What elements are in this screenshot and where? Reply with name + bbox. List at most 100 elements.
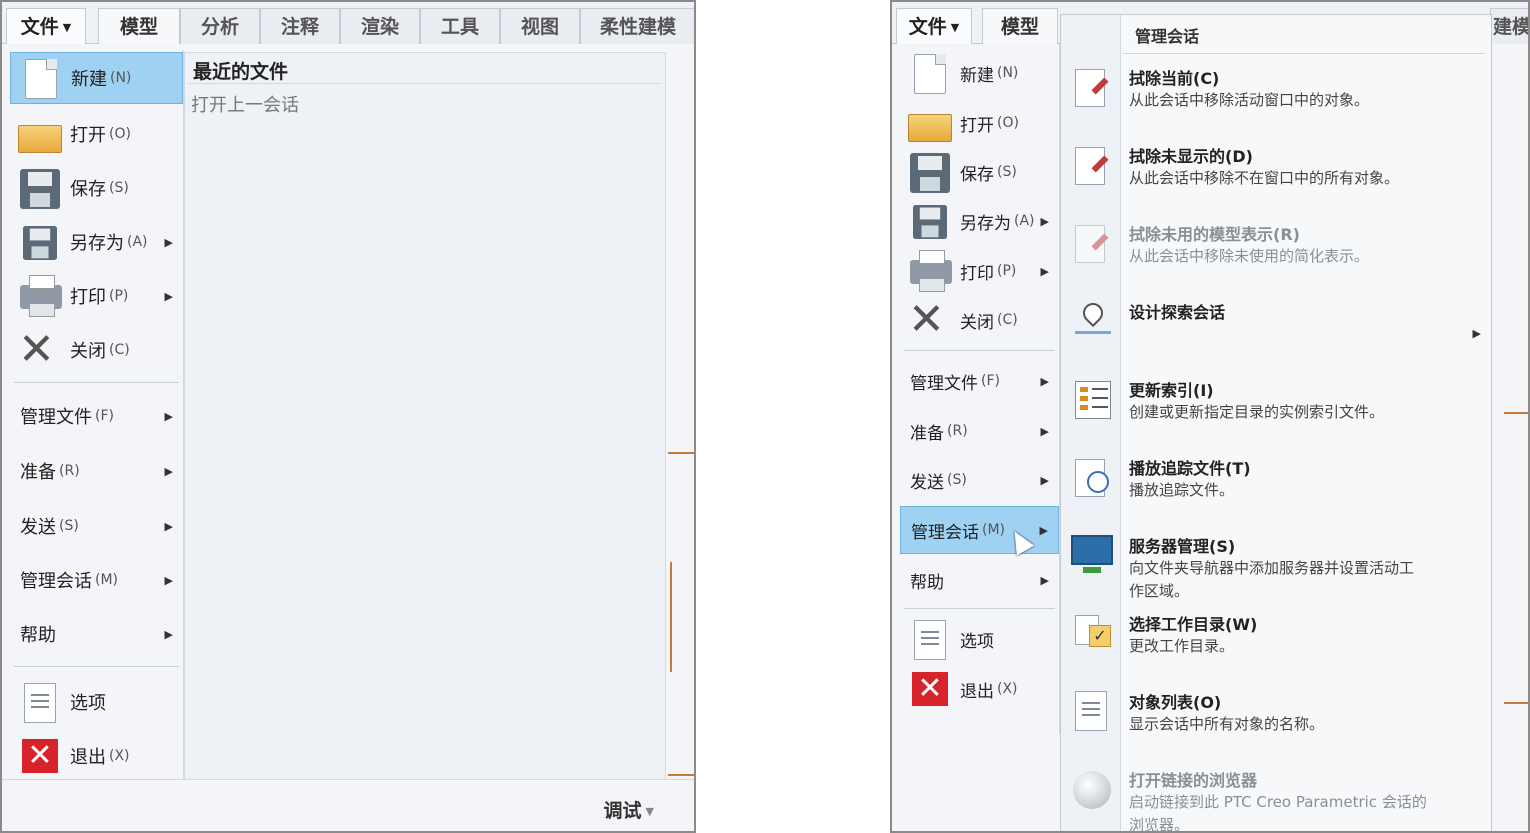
menu-item-manage-file[interactable]: 管理文件 (F) ▶ — [900, 358, 1059, 404]
background-edge — [1504, 412, 1528, 414]
tab-tools[interactable]: 工具 — [420, 8, 500, 44]
submenu-arrow-icon: ▶ — [1472, 327, 1481, 340]
menu-item-close[interactable]: ✕ 关闭 (C) — [10, 324, 183, 376]
menu-item-save-accel: (S) — [997, 164, 1017, 180]
menu-item-manage-session[interactable]: 管理会话 (M) ▶ — [900, 506, 1059, 554]
recent-files-divider — [189, 83, 661, 84]
tab-render[interactable]: 渲染 — [340, 8, 420, 44]
submenu-item-erase-unused-rep[interactable]: 拭除未用的模型表示(R) 从此会话中移除未使用的简化表示。 — [1061, 221, 1491, 291]
chevron-down-icon: ▼ — [950, 20, 960, 34]
menu-separator — [904, 350, 1055, 351]
trail-file-icon — [1069, 455, 1113, 499]
tab-model[interactable]: 模型 — [982, 8, 1058, 44]
submenu-arrow-icon: ▶ — [1039, 523, 1048, 537]
menu-item-exit-accel: (X) — [997, 681, 1018, 697]
tab-file[interactable]: 文件 ▼ — [6, 8, 86, 44]
recent-files-title: 最近的文件 — [193, 61, 289, 83]
background-edge — [668, 452, 694, 454]
debug-button[interactable]: 调试 ▼ — [604, 796, 654, 823]
submenu-item-object-list[interactable]: 对象列表(O) 显示会话中所有对象的名称。 — [1061, 689, 1491, 759]
menu-item-manage-file[interactable]: 管理文件 (F) ▶ — [10, 390, 183, 442]
menu-item-prepare[interactable]: 准备 (R) ▶ — [900, 408, 1059, 454]
menu-item-open-accel: (O) — [997, 115, 1019, 131]
menu-item-send-accel: (S) — [947, 472, 967, 488]
menu-item-exit[interactable]: ✕ 退出 (X) — [900, 666, 1059, 712]
menu-item-save-as[interactable]: 另存为 (A) ▶ — [10, 216, 183, 268]
open-last-session-link[interactable]: 打开上一会话 — [191, 91, 299, 117]
submenu-item-update-index[interactable]: 更新索引(I) 创建或更新指定目录的实例索引文件。 — [1061, 377, 1491, 447]
menu-item-send[interactable]: 发送 (S) ▶ — [10, 500, 183, 552]
tab-model[interactable]: 模型 — [98, 8, 180, 44]
menu-item-exit[interactable]: ✕ 退出 (X) — [10, 730, 183, 782]
submenu-item-design-exploration[interactable]: 设计探索会话 ▶ — [1061, 298, 1491, 373]
submenu-item-erase-current[interactable]: 拭除当前(C) 从此会话中移除活动窗口中的对象。 — [1061, 65, 1491, 135]
background-edge — [1504, 702, 1528, 704]
submenu-item-select-working-dir[interactable]: ✓ 选择工作目录(W) 更改工作目录。 — [1061, 611, 1491, 681]
menu-item-open-accel: (O) — [109, 126, 131, 142]
tab-file[interactable]: 文件 ▼ — [896, 8, 972, 44]
menu-item-save-label: 保存 — [960, 164, 994, 185]
menu-item-prepare[interactable]: 准备 (R) ▶ — [10, 445, 183, 497]
right-file-menu-screenshot: 文件 ▼ 模型 建模 新建 (N) 打开 (O) 保存 (S) 另存为 (A) ▶ 打印(… — [890, 0, 1530, 833]
tab-modeling-partial[interactable]: 建模 — [1490, 8, 1528, 44]
printer-icon — [906, 250, 952, 292]
submenu-item-desc: 向文件夹导航器中添加服务器并设置活动工作区域。 — [1129, 559, 1415, 600]
menu-item-print[interactable]: 打印 (P) ▶ — [900, 248, 1059, 294]
menu-item-save-label: 保存 — [70, 179, 106, 200]
submenu-item-open-linked-browser[interactable]: 打开链接的浏览器 启动链接到此 PTC Creo Parametric 会话的浏… — [1061, 767, 1491, 831]
background-edge — [670, 561, 672, 673]
submenu-item-title: 播放追踪文件(T) — [1129, 459, 1251, 478]
debug-label: 调试 — [603, 800, 642, 822]
menu-item-help[interactable]: 帮助 ▶ — [900, 557, 1059, 603]
save-as-icon — [16, 221, 62, 263]
menu-item-prepare-accel: (R) — [947, 423, 968, 439]
menu-item-exit-label: 退出 — [70, 747, 106, 768]
submenu-item-erase-not-displayed[interactable]: 拭除未显示的(D) 从此会话中移除不在窗口中的所有对象。 — [1061, 143, 1491, 217]
tab-file-label: 文件 — [908, 16, 947, 38]
menu-item-print-accel: (P) — [109, 288, 129, 304]
menu-item-manage-file-label: 管理文件 — [910, 373, 978, 394]
menu-item-exit-accel: (X) — [109, 748, 130, 764]
tab-annotate[interactable]: 注释 — [260, 8, 340, 44]
tab-render-label: 渲染 — [360, 16, 399, 38]
submenu-item-server-management[interactable]: 服务器管理(S) 向文件夹导航器中添加服务器并设置活动工作区域。 — [1061, 533, 1491, 607]
menu-item-close-accel: (C) — [109, 342, 130, 358]
submenu-title: 管理会话 — [1135, 27, 1200, 46]
menu-item-close[interactable]: ✕ 关闭 (C) — [900, 297, 1059, 343]
open-folder-icon — [906, 102, 952, 144]
menu-item-save[interactable]: 保存 (S) — [10, 162, 183, 214]
tab-flexible-modeling[interactable]: 柔性建模 — [580, 8, 694, 44]
menu-item-print-label: 打印 — [70, 287, 106, 308]
tab-view[interactable]: 视图 — [500, 8, 580, 44]
menu-item-print-label: 打印 — [960, 263, 994, 284]
menu-item-prepare-label: 准备 — [20, 462, 56, 483]
save-icon — [906, 151, 952, 193]
new-document-icon — [906, 52, 952, 94]
menu-item-manage-file-accel: (F) — [981, 373, 1000, 389]
menu-item-save[interactable]: 保存 (S) — [900, 149, 1059, 195]
menu-item-open[interactable]: 打开 (O) — [900, 100, 1059, 146]
menu-item-save-as[interactable]: 另存为 (A) ▶ — [900, 198, 1059, 244]
menu-item-manage-file-accel: (F) — [95, 408, 114, 424]
menu-item-open[interactable]: 打开 (O) — [10, 108, 183, 160]
menu-item-print[interactable]: 打印 (P) ▶ — [10, 270, 183, 322]
submenu-arrow-icon: ▶ — [164, 409, 173, 423]
save-icon — [16, 167, 62, 209]
menu-item-options[interactable]: 选项 — [900, 616, 1059, 662]
menu-item-new[interactable]: 新建 (N) — [10, 52, 183, 104]
tab-analysis[interactable]: 分析 — [180, 8, 260, 44]
exit-icon: ✕ — [906, 668, 952, 710]
submenu-arrow-icon: ▶ — [164, 519, 173, 533]
menu-item-new[interactable]: 新建 (N) — [900, 50, 1059, 96]
menu-item-new-accel: (N) — [110, 70, 132, 86]
menu-item-manage-session[interactable]: 管理会话 (M) ▶ — [10, 554, 183, 606]
menu-item-send[interactable]: 发送 (S) ▶ — [900, 457, 1059, 503]
menu-item-options[interactable]: 选项 — [10, 676, 183, 728]
object-list-icon — [1069, 689, 1113, 733]
submenu-item-play-trail-file[interactable]: 播放追踪文件(T) 播放追踪文件。 — [1061, 455, 1491, 525]
menu-item-save-as-label: 另存为 — [960, 213, 1011, 234]
menu-item-manage-session-accel: (M) — [95, 572, 119, 588]
menu-item-help-label: 帮助 — [910, 572, 944, 593]
menu-item-help[interactable]: 帮助 ▶ — [10, 608, 183, 660]
menu-item-options-label: 选项 — [960, 631, 994, 652]
